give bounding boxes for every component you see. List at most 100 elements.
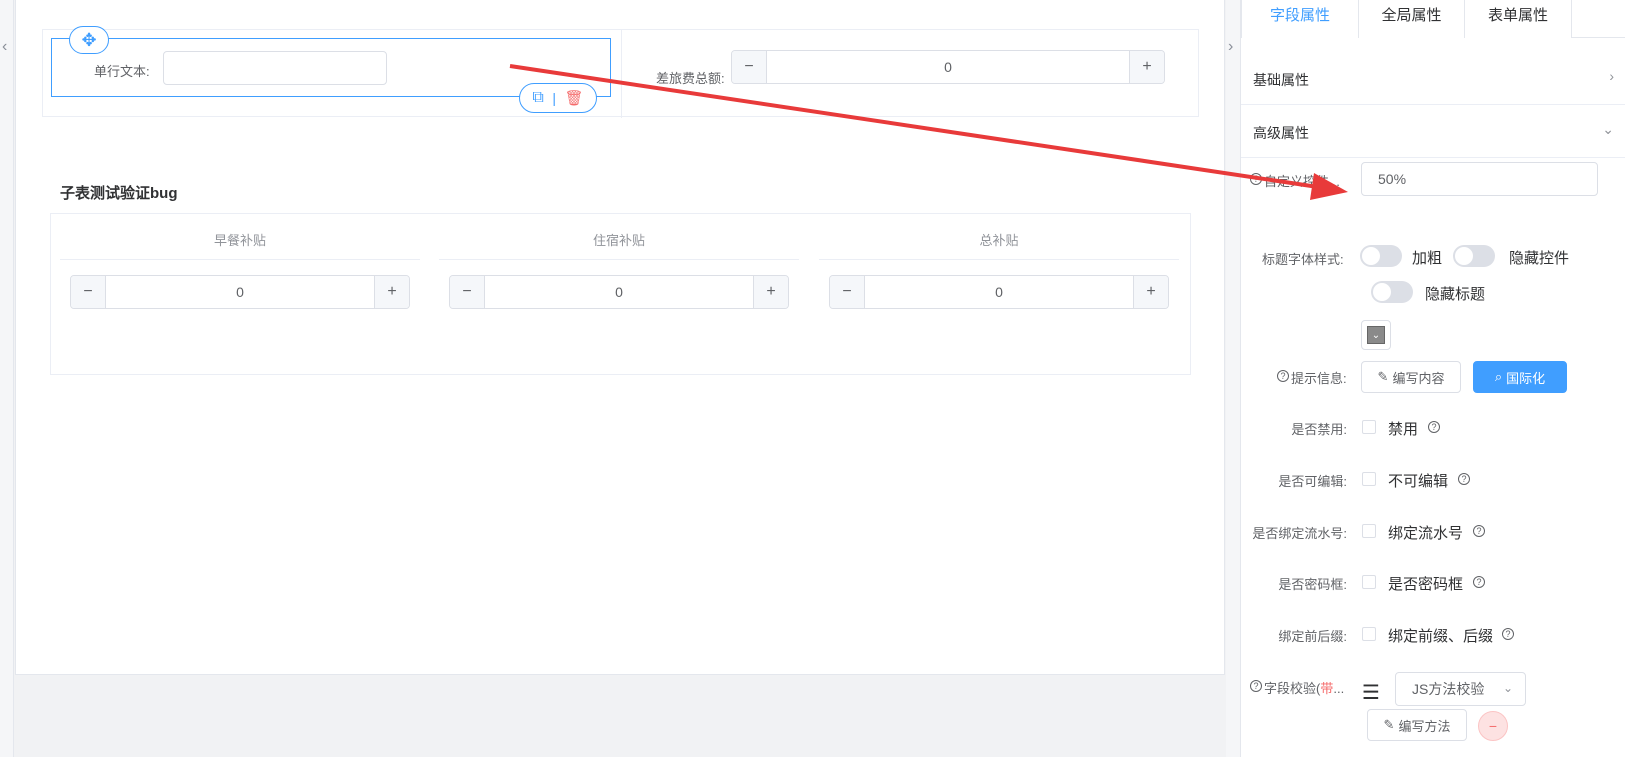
disabled-label: 是否禁用: <box>1291 422 1347 437</box>
hide-control-switch-label: 隐藏控件 <box>1509 250 1570 267</box>
serial-number-checkbox[interactable] <box>1362 524 1376 538</box>
number-widget-label: 差旅费总额: <box>656 71 725 86</box>
validation-label-red: 带 <box>1320 681 1334 696</box>
validation-label-ellipsis: ... <box>1333 681 1345 696</box>
bold-switch[interactable] <box>1360 245 1402 267</box>
form-canvas: ✥ 单行文本: ⧉ | 🗑 差旅费总额: − 0 + 子表测试验证bug 早餐补… <box>15 0 1225 675</box>
prefix-suffix-checkbox-label: 绑定前缀、后缀 <box>1388 628 1494 645</box>
serial-number-checkbox-label: 绑定流水号 <box>1388 525 1464 542</box>
stepper-value[interactable]: 0 <box>485 276 753 308</box>
column-header: 住宿补贴 <box>439 230 799 260</box>
custom-width-label: 自定义控件... <box>1264 174 1340 189</box>
right-panel-edge <box>1226 0 1240 757</box>
subform-table: 早餐补贴 − 0 + 住宿补贴 − 0 + 总补贴 − 0 + <box>50 213 1191 375</box>
search-icon: ⌕ <box>1494 369 1503 384</box>
i18n-label: 国际化 <box>1506 370 1546 386</box>
section-advanced-properties[interactable]: 高级属性 ⌄ <box>1241 106 1625 158</box>
editable-checkbox[interactable] <box>1362 472 1376 486</box>
help-icon[interactable]: ? <box>1502 628 1514 640</box>
subform-column: 早餐补贴 − 0 + <box>60 230 420 309</box>
tab-form-properties[interactable]: 表单属性 <box>1465 0 1572 38</box>
write-method-button[interactable]: ✎ 编写方法 <box>1367 709 1467 741</box>
disabled-checkbox-label: 禁用 <box>1388 421 1419 438</box>
subform-stepper[interactable]: − 0 + <box>449 275 789 309</box>
decrement-button[interactable]: − <box>830 276 865 308</box>
subform-title: 子表测试验证bug <box>60 185 178 202</box>
tab-field-properties[interactable]: 字段属性 <box>1241 0 1359 38</box>
move-icon[interactable]: ✥ <box>69 26 109 54</box>
subform-stepper[interactable]: − 0 + <box>70 275 410 309</box>
copy-icon[interactable]: ⧉ <box>532 89 543 107</box>
remove-validation-button[interactable]: − <box>1478 711 1508 741</box>
decrement-button[interactable]: − <box>450 276 485 308</box>
help-icon[interactable]: ? <box>1458 473 1470 485</box>
left-panel-edge <box>0 0 14 757</box>
edit-content-label: 编写内容 <box>1392 370 1445 386</box>
tip-label: 提示信息: <box>1291 371 1347 386</box>
disabled-checkbox[interactable] <box>1362 420 1376 434</box>
column-divider <box>621 30 622 118</box>
help-icon[interactable]: ? <box>1250 173 1262 185</box>
edit-icon: ✎ <box>1377 369 1389 384</box>
increment-button[interactable]: + <box>753 276 788 308</box>
decrement-button[interactable]: − <box>71 276 106 308</box>
serial-number-label: 是否绑定流水号: <box>1252 526 1347 541</box>
subform-stepper[interactable]: − 0 + <box>829 275 1169 309</box>
column-header: 总补贴 <box>819 230 1179 260</box>
section-title: 高级属性 <box>1253 125 1309 141</box>
canvas-footer-area <box>15 675 1225 757</box>
chevron-right-icon: › <box>1609 68 1614 84</box>
editable-checkbox-label: 不可编辑 <box>1388 473 1449 490</box>
prefix-suffix-label: 绑定前后缀: <box>1278 629 1347 644</box>
stepper-value[interactable]: 0 <box>767 51 1129 83</box>
help-icon[interactable]: ? <box>1277 370 1289 382</box>
validation-label-text: 字段校验( <box>1264 681 1321 696</box>
validation-label: 字段校验(带... <box>1264 678 1344 697</box>
help-icon[interactable]: ? <box>1473 576 1485 588</box>
prefix-suffix-checkbox[interactable] <box>1362 627 1376 641</box>
hide-control-switch[interactable] <box>1453 245 1495 267</box>
subform-column: 住宿补贴 − 0 + <box>439 230 799 309</box>
validation-type-select[interactable]: JS方法校验 ⌄ <box>1395 672 1526 706</box>
text-widget-input[interactable] <box>163 51 387 85</box>
text-widget-label: 单行文本: <box>94 64 150 79</box>
password-checkbox[interactable] <box>1362 575 1376 589</box>
help-icon[interactable]: ? <box>1428 421 1440 433</box>
password-checkbox-label: 是否密码框 <box>1388 576 1464 593</box>
grid-row: ✥ 单行文本: ⧉ | 🗑 差旅费总额: − 0 + <box>42 26 1199 118</box>
hide-title-switch-label: 隐藏标题 <box>1425 286 1486 303</box>
chevron-down-icon: ⌄ <box>1367 326 1385 344</box>
color-picker[interactable]: ⌄ <box>1361 320 1391 350</box>
i18n-button[interactable]: ⌕ 国际化 <box>1473 361 1567 393</box>
increment-button[interactable]: + <box>1133 276 1168 308</box>
password-label: 是否密码框: <box>1278 577 1347 592</box>
widget-action-bar: ⧉ | 🗑 <box>519 83 597 113</box>
custom-width-input[interactable]: 50% <box>1361 162 1598 196</box>
validation-select-value: JS方法校验 <box>1412 681 1485 697</box>
collapse-left-chevron-icon[interactable]: ‹ <box>2 38 7 56</box>
edit-icon: ✎ <box>1383 717 1395 732</box>
increment-button[interactable]: + <box>374 276 409 308</box>
help-icon[interactable]: ? <box>1250 680 1262 692</box>
title-style-label: 标题字体样式: <box>1262 252 1344 267</box>
column-header: 早餐补贴 <box>60 230 420 260</box>
action-separator: | <box>552 90 557 106</box>
write-method-label: 编写方法 <box>1398 718 1451 734</box>
hide-title-switch[interactable] <box>1371 281 1413 303</box>
selected-text-widget[interactable]: ✥ 单行文本: ⧉ | 🗑 <box>51 26 611 113</box>
collapse-right-chevron-icon[interactable]: › <box>1228 38 1233 56</box>
trash-icon[interactable]: 🗑 <box>565 89 584 107</box>
increment-button[interactable]: + <box>1129 51 1164 83</box>
menu-icon[interactable]: ☰ <box>1362 680 1380 705</box>
section-basic-properties[interactable]: 基础属性 › <box>1241 53 1625 105</box>
chevron-down-icon: ⌄ <box>1602 121 1614 137</box>
number-widget-stepper[interactable]: − 0 + <box>731 50 1165 84</box>
bold-switch-label: 加粗 <box>1412 250 1443 267</box>
stepper-value[interactable]: 0 <box>106 276 374 308</box>
decrement-button[interactable]: − <box>732 51 767 83</box>
stepper-value[interactable]: 0 <box>865 276 1133 308</box>
edit-content-button[interactable]: ✎ 编写内容 <box>1361 361 1461 393</box>
tab-global-properties[interactable]: 全局属性 <box>1359 0 1465 38</box>
help-icon[interactable]: ? <box>1473 525 1485 537</box>
chevron-down-icon: ⌄ <box>1502 681 1513 695</box>
